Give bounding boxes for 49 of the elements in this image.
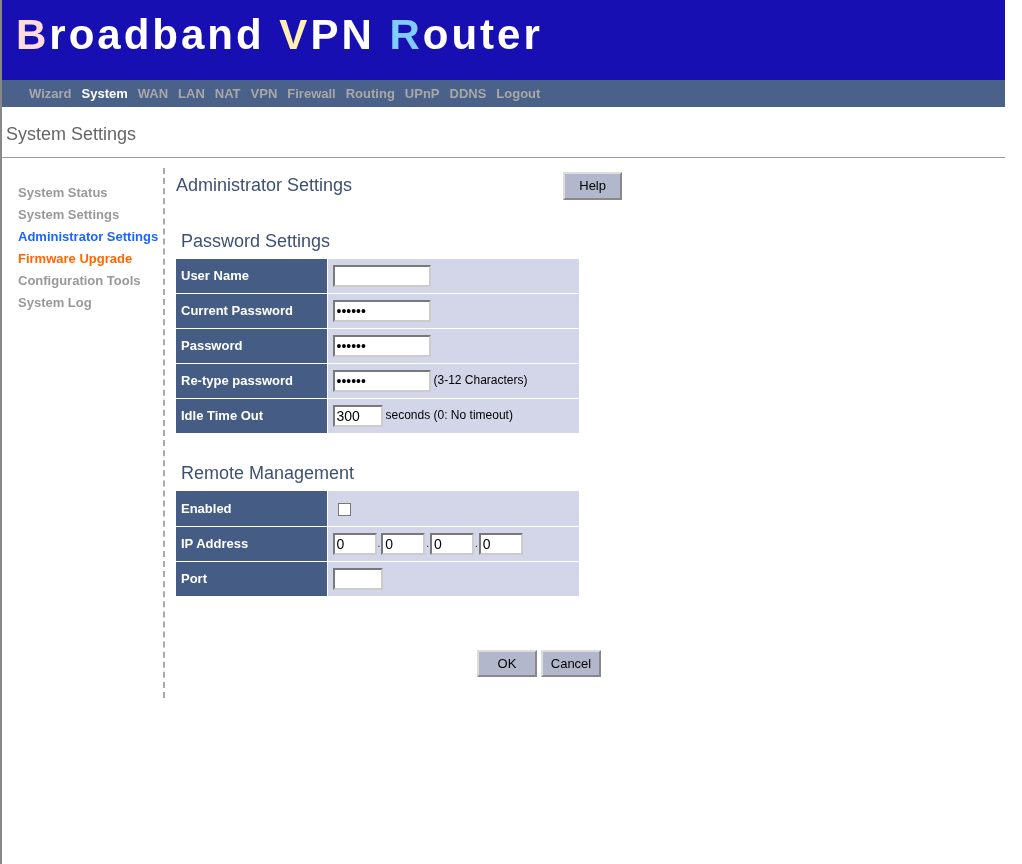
section-title: Remote Management bbox=[181, 462, 356, 485]
input-field[interactable]: 0 bbox=[430, 532, 475, 555]
input-field[interactable]: •••••• bbox=[332, 300, 431, 322]
separator-dot: . bbox=[475, 537, 478, 549]
sidebar-link[interactable]: System Status bbox=[18, 182, 163, 204]
nav-link[interactable]: Routing bbox=[345, 83, 403, 104]
help-button[interactable]: Help bbox=[563, 172, 622, 200]
input-field[interactable] bbox=[332, 264, 431, 287]
input-field[interactable]: •••••• bbox=[332, 335, 431, 357]
field-label: IP Address bbox=[176, 526, 327, 561]
nav-link[interactable]: Firewall bbox=[287, 83, 344, 104]
sidebar-link[interactable]: Configuration Tools bbox=[18, 270, 163, 292]
nav-link[interactable]: VPN bbox=[250, 83, 286, 104]
input-field[interactable]: 0 bbox=[381, 532, 426, 555]
input-field[interactable]: 0 bbox=[332, 532, 377, 555]
field-label: Idle Time Out bbox=[176, 398, 327, 434]
hint-text: (3-12 Characters) bbox=[433, 373, 528, 388]
page-title: System Settings bbox=[6, 124, 137, 144]
nav-link[interactable]: WAN bbox=[137, 83, 177, 104]
checkbox[interactable] bbox=[337, 502, 351, 516]
sidebar-link[interactable]: Administrator Settings bbox=[18, 226, 163, 248]
ok-button[interactable]: OK bbox=[477, 649, 537, 677]
sidebar-link[interactable]: Firmware Upgrade bbox=[18, 248, 163, 270]
nav-link[interactable]: Wizard bbox=[29, 83, 80, 104]
sidebar-link[interactable]: System Log bbox=[18, 292, 163, 314]
field-label: User Name bbox=[176, 258, 327, 294]
section-title: Password Settings bbox=[181, 229, 332, 253]
cancel-button[interactable]: Cancel bbox=[541, 649, 601, 677]
field-label: Current Password bbox=[176, 293, 327, 329]
input-field[interactable]: 0 bbox=[478, 532, 523, 555]
hint-text: seconds (0: No timeout) bbox=[385, 408, 513, 423]
separator-dot: . bbox=[377, 537, 381, 549]
field-label: Port bbox=[176, 561, 327, 596]
input-field[interactable]: •••••• bbox=[332, 370, 431, 392]
field-label: Password bbox=[176, 328, 327, 364]
input-field[interactable]: 300 bbox=[332, 405, 383, 427]
sidebar-link[interactable]: System Settings bbox=[18, 204, 163, 226]
logo-title: Broadband VPN Router bbox=[16, 14, 544, 56]
nav-link[interactable]: System bbox=[81, 83, 136, 104]
nav-link[interactable]: UPnP bbox=[404, 83, 448, 104]
nav-link[interactable]: NAT bbox=[214, 83, 249, 104]
field-label: Re-type password bbox=[176, 363, 327, 399]
nav-link[interactable]: Logout bbox=[496, 83, 549, 104]
section-heading: Administrator Settings bbox=[176, 174, 353, 198]
nav-link[interactable]: DDNS bbox=[449, 83, 495, 104]
separator-dot: . bbox=[426, 537, 430, 549]
field-label: Enabled bbox=[176, 491, 327, 526]
nav-link[interactable]: LAN bbox=[178, 83, 213, 104]
input-field[interactable] bbox=[332, 567, 383, 590]
